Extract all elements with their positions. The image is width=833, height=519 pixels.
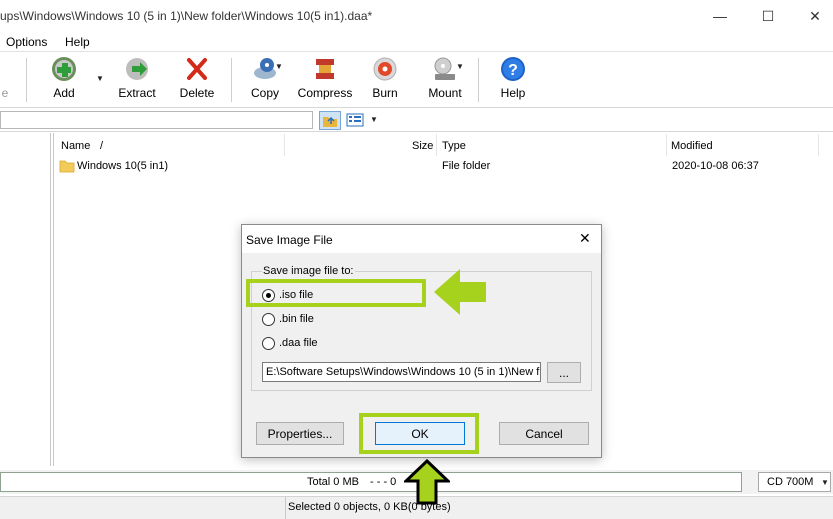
delete-button[interactable]: Delete (178, 56, 216, 104)
table-row[interactable]: Windows 10(5 in1) File folder 2020-10-08… (57, 158, 827, 176)
copy-dropdown-icon[interactable]: ▼ (275, 62, 283, 71)
add-icon (51, 56, 77, 82)
extract-icon (124, 56, 150, 82)
menu-help[interactable]: Help (65, 35, 90, 49)
pointer-arrow-up-icon (404, 459, 450, 505)
browse-button[interactable]: ... (547, 362, 581, 383)
burn-icon (372, 56, 398, 82)
sort-indicator: / (100, 140, 104, 152)
details-view-icon (346, 113, 364, 127)
disk-icon (0, 56, 18, 82)
bin-label: .bin file (279, 313, 314, 325)
group-label: Save image file to: (262, 265, 355, 277)
media-size-value: CD 700M (767, 476, 814, 488)
daa-radio[interactable] (262, 337, 275, 350)
chevron-down-icon: ▼ (821, 478, 829, 487)
toolbar-separator (231, 58, 232, 102)
add-button[interactable]: Add (46, 56, 82, 104)
file-type: File folder (442, 160, 491, 172)
delete-icon (184, 56, 210, 82)
title-bar: ups\Windows\Windows 10 (5 in 1)\New fold… (0, 0, 833, 32)
folder-up-icon (323, 116, 337, 127)
ok-highlight-box (359, 413, 479, 454)
window-title: ups\Windows\Windows 10 (5 in 1)\New fold… (0, 9, 373, 23)
help-button[interactable]: ? Help (498, 56, 528, 104)
dialog-close-button[interactable]: ✕ (579, 230, 591, 247)
add-dropdown-icon[interactable]: ▼ (96, 74, 104, 83)
mount-icon (432, 56, 458, 82)
cancel-button[interactable]: Cancel (499, 422, 589, 445)
toolbar: e Add ▼ Extract Delete Copy ▼ Compress B… (0, 52, 833, 108)
column-header-size[interactable]: Size (412, 138, 433, 158)
column-header-type[interactable]: Type (442, 138, 466, 158)
burn-button[interactable]: Burn (368, 56, 402, 104)
folder-tree-pane[interactable] (0, 133, 51, 466)
help-icon: ? (500, 56, 526, 82)
view-mode-button[interactable] (346, 112, 366, 129)
extract-button[interactable]: Extract (116, 56, 158, 104)
compress-icon (312, 56, 338, 82)
minimize-button[interactable]: — (697, 0, 743, 32)
column-divider[interactable] (666, 134, 667, 156)
daa-label: .daa file (279, 337, 318, 349)
output-path-input[interactable]: E:\Software Setups\Windows\Windows 10 (5… (262, 362, 541, 382)
svg-text:?: ? (508, 62, 518, 79)
mount-dropdown-icon[interactable]: ▼ (456, 62, 464, 71)
compress-button[interactable]: Compress (298, 56, 352, 104)
output-path-value: E:\Software Setups\Windows\Windows 10 (5… (266, 366, 540, 378)
close-button[interactable]: ✕ (792, 0, 833, 32)
daa-radio-option[interactable]: .daa file (262, 336, 342, 352)
menu-bar: Options Help (0, 32, 833, 52)
properties-button[interactable]: Properties... (256, 422, 344, 445)
bin-radio[interactable] (262, 313, 275, 326)
address-row: ▼ (0, 108, 833, 132)
column-header-modified[interactable]: Modified (671, 138, 713, 158)
total-size: Total 0 MB (307, 476, 359, 488)
column-header-name[interactable]: Name (61, 138, 90, 158)
toolbar-separator (478, 58, 479, 102)
folder-view-button[interactable] (319, 111, 341, 130)
dialog-title-bar: Save Image File ✕ (242, 225, 601, 253)
status-divider (285, 497, 286, 519)
bin-radio-option[interactable]: .bin file (262, 312, 342, 328)
capacity-indicator: - - - 0 (370, 476, 397, 488)
path-input[interactable] (0, 111, 313, 129)
file-modified: 2020-10-08 06:37 (672, 160, 759, 172)
dialog-title: Save Image File (246, 233, 333, 247)
toolbar-separator (26, 58, 27, 102)
column-divider[interactable] (818, 134, 819, 156)
folder-icon (59, 160, 75, 173)
column-divider[interactable] (284, 134, 285, 156)
media-size-select[interactable]: CD 700M ▼ (758, 472, 831, 492)
toolbar-button-partial[interactable]: e (0, 56, 10, 104)
pointer-arrow-left-icon (434, 269, 486, 315)
maximize-button[interactable]: ☐ (745, 0, 791, 32)
file-name: Windows 10(5 in1) (77, 160, 169, 172)
view-dropdown-icon[interactable]: ▼ (370, 115, 378, 124)
iso-highlight-box (246, 279, 426, 307)
menu-options[interactable]: Options (6, 35, 47, 49)
column-divider[interactable] (436, 134, 437, 156)
